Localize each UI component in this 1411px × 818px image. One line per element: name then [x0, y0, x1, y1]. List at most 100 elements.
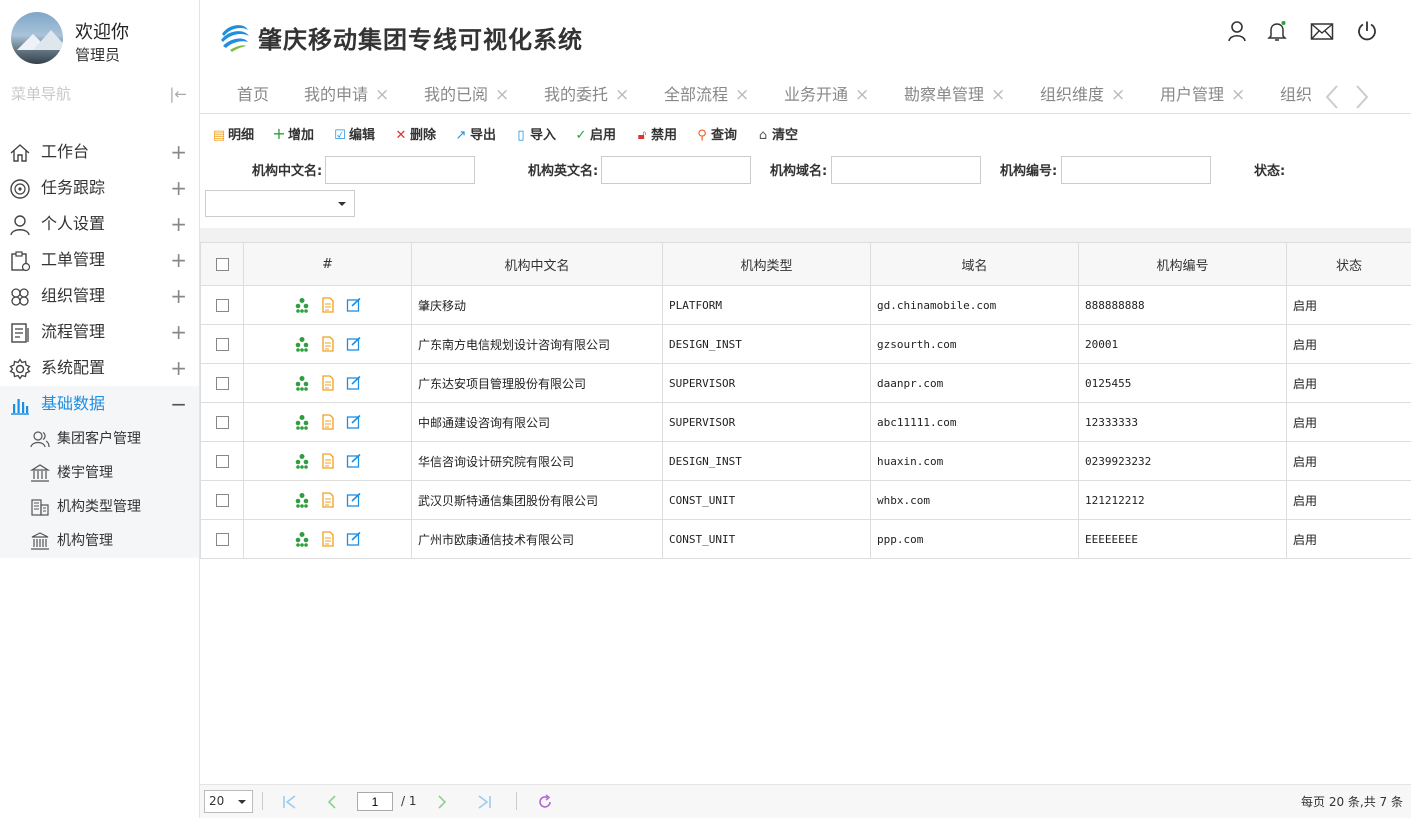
table-row[interactable]: 肇庆移动 PLATFORM gd.chinamobile.com 888888888 启… [200, 285, 1411, 325]
mail-icon[interactable] [1310, 20, 1334, 42]
org-tree-icon[interactable] [294, 297, 310, 313]
chevron-right-icon[interactable] [1354, 84, 1370, 110]
expand-icon[interactable]: + [170, 170, 187, 206]
page-size-select[interactable]: 20 [204, 790, 253, 813]
document-icon[interactable] [320, 297, 336, 313]
sidebar-subitem-org-types[interactable]: 机构类型管理 [0, 490, 199, 524]
edit-icon[interactable] [346, 375, 362, 391]
next-page-icon[interactable] [436, 795, 448, 809]
close-icon[interactable]: × [1111, 85, 1125, 105]
document-icon[interactable] [320, 375, 336, 391]
sidebar-subitem-orgs[interactable]: 机构管理 [0, 524, 199, 558]
collapse-sidebar-icon[interactable]: |← [169, 76, 187, 112]
close-icon[interactable]: × [855, 85, 869, 105]
select-all-checkbox[interactable] [215, 257, 229, 271]
notification-bell-icon[interactable] [1266, 20, 1288, 42]
collapse-icon[interactable]: − [170, 386, 187, 422]
query-button[interactable]: ⚲ 查询 [695, 124, 737, 143]
chevron-left-icon[interactable] [1324, 84, 1340, 110]
row-checkbox[interactable] [215, 416, 229, 429]
tab-user-management[interactable]: 用户管理 × [1160, 78, 1245, 112]
filter-cn-name-input[interactable] [325, 156, 475, 184]
row-checkbox[interactable] [215, 494, 229, 507]
filter-code-input[interactable] [1061, 156, 1211, 184]
org-tree-icon[interactable] [294, 492, 310, 508]
delete-button[interactable]: ✕ 删除 [394, 124, 436, 143]
document-icon[interactable] [320, 414, 336, 430]
filter-en-name-input[interactable] [601, 156, 751, 184]
expand-icon[interactable]: + [170, 278, 187, 314]
tab-survey-orders[interactable]: 勘察单管理 × [904, 78, 1005, 112]
add-button[interactable]: + 增加 [272, 124, 314, 143]
close-icon[interactable]: × [1231, 85, 1245, 105]
edit-icon[interactable] [346, 297, 362, 313]
column-header[interactable]: 域名 [870, 242, 1079, 286]
edit-button[interactable]: ☑ 编辑 [333, 124, 375, 143]
sidebar-item-work-order[interactable]: 工单管理 + [0, 242, 199, 278]
org-tree-icon[interactable] [294, 336, 310, 352]
edit-icon[interactable] [346, 414, 362, 430]
filter-status-select[interactable] [205, 190, 355, 217]
enable-button[interactable]: ✓ 启用 [574, 124, 616, 143]
org-tree-icon[interactable] [294, 453, 310, 469]
refresh-icon[interactable] [537, 794, 553, 810]
edit-icon[interactable] [346, 492, 362, 508]
column-header[interactable]: 机构中文名 [411, 242, 663, 286]
sidebar-item-system-config[interactable]: 系统配置 + [0, 350, 199, 386]
document-icon[interactable] [320, 531, 336, 547]
table-row[interactable]: 中邮通建设咨询有限公司 SUPERVISOR abc11111.com 1233333… [200, 402, 1411, 442]
row-checkbox[interactable] [215, 299, 229, 312]
disable-button[interactable]: 🔓︎ 禁用 [635, 124, 677, 143]
tab-my-applications[interactable]: 我的申请 × [304, 78, 389, 112]
table-row[interactable]: 广州市欧康通信技术有限公司 CONST_UNIT ppp.com EEEEEEEE 启用 [200, 519, 1411, 559]
expand-icon[interactable]: + [170, 134, 187, 170]
user-icon[interactable] [1226, 20, 1248, 42]
org-tree-icon[interactable] [294, 531, 310, 547]
row-checkbox[interactable] [215, 455, 229, 468]
last-page-icon[interactable] [476, 795, 492, 809]
sidebar-item-workbench[interactable]: 工作台 + [0, 134, 199, 170]
close-icon[interactable]: × [375, 85, 389, 105]
close-icon[interactable]: × [735, 85, 749, 105]
tab-org[interactable]: 组织 [1280, 78, 1312, 112]
column-header[interactable]: 机构类型 [662, 242, 871, 286]
expand-icon[interactable]: + [170, 350, 187, 386]
table-row[interactable]: 武汉贝斯特通信集团股份有限公司 CONST_UNIT whbx.com 1212122… [200, 480, 1411, 520]
current-page-input[interactable] [357, 792, 393, 811]
sidebar-item-task-tracking[interactable]: 任务跟踪 + [0, 170, 199, 206]
expand-icon[interactable]: + [170, 206, 187, 242]
table-row[interactable]: 广东达安项目管理股份有限公司 SUPERVISOR daanpr.com 012545… [200, 363, 1411, 403]
tab-my-delegations[interactable]: 我的委托 × [544, 78, 629, 112]
sidebar-subitem-buildings[interactable]: 楼宇管理 [0, 456, 199, 490]
table-row[interactable]: 广东南方电信规划设计咨询有限公司 DESIGN_INST gzsourth.com 2… [200, 324, 1411, 364]
tab-all-processes[interactable]: 全部流程 × [664, 78, 749, 112]
power-icon[interactable] [1356, 20, 1378, 42]
document-icon[interactable] [320, 336, 336, 352]
sidebar-item-base-data[interactable]: 基础数据 − [0, 386, 199, 422]
filter-domain-input[interactable] [831, 156, 981, 184]
org-tree-icon[interactable] [294, 375, 310, 391]
tab-service-activation[interactable]: 业务开通 × [784, 78, 869, 112]
sidebar-item-personal-settings[interactable]: 个人设置 + [0, 206, 199, 242]
sidebar-item-org-management[interactable]: 组织管理 + [0, 278, 199, 314]
row-checkbox[interactable] [215, 377, 229, 390]
org-tree-icon[interactable] [294, 414, 310, 430]
export-button[interactable]: ↗ 导出 [454, 124, 496, 143]
edit-icon[interactable] [346, 531, 362, 547]
prev-page-icon[interactable] [326, 795, 338, 809]
column-header[interactable]: 状态 [1286, 242, 1411, 286]
avatar[interactable] [11, 12, 63, 64]
document-icon[interactable] [320, 492, 336, 508]
detail-button[interactable]: ▤ 明细 [212, 124, 254, 143]
close-icon[interactable]: × [991, 85, 1005, 105]
tab-org-dimension[interactable]: 组织维度 × [1040, 78, 1125, 112]
edit-icon[interactable] [346, 453, 362, 469]
sidebar-subitem-group-customers[interactable]: 集团客户管理 [0, 422, 199, 456]
column-header[interactable]: 机构编号 [1078, 242, 1287, 286]
close-icon[interactable]: × [495, 85, 509, 105]
clear-button[interactable]: ⌂ 清空 [756, 124, 798, 143]
tab-my-read[interactable]: 我的已阅 × [424, 78, 509, 112]
table-row[interactable]: 华信咨询设计研究院有限公司 DESIGN_INST huaxin.com 023992… [200, 441, 1411, 481]
expand-icon[interactable]: + [170, 314, 187, 350]
row-checkbox[interactable] [215, 338, 229, 351]
